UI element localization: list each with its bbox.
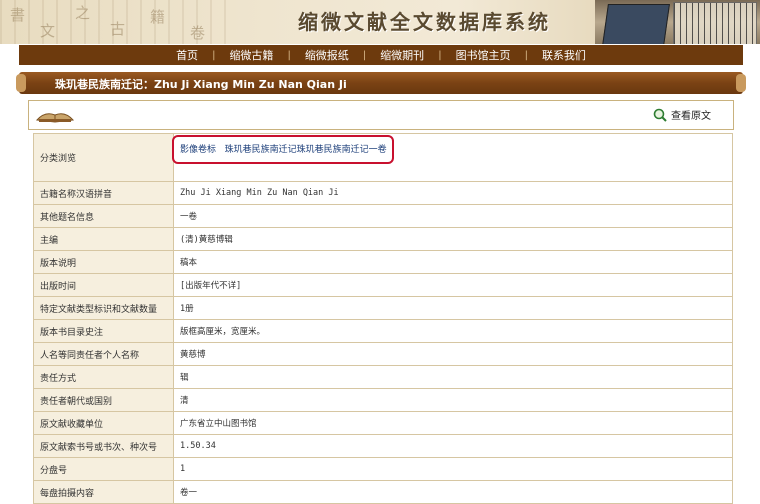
field-value: 1: [173, 457, 733, 481]
table-row: 每盘拍摄内容 卷一: [33, 480, 733, 504]
field-value: 广东省立中山图书馆: [173, 411, 733, 435]
table-row: 人名等同责任者个人名称 黄慈博: [33, 342, 733, 366]
field-value: [出版年代不详]: [173, 273, 733, 297]
field-label: 责任者朝代或国别: [33, 388, 174, 412]
field-label: 其他题名信息: [33, 204, 174, 228]
view-original-label: 查看原文: [671, 111, 711, 122]
table-row: 分盘号 1: [33, 457, 733, 481]
field-label: 古籍名称汉语拼音: [33, 181, 174, 205]
record-title-ribbon: 珠玑巷民族南迁记：Zhu Ji Xiang Min Zu Nan Qian Ji: [16, 72, 746, 94]
category-label: 分类浏览: [33, 133, 174, 182]
field-label: 原文献索书号或书次、种次号: [33, 434, 174, 458]
books-image: [595, 0, 760, 44]
table-row: 版本书目录史注 版框高厘米，宽厘米。: [33, 319, 733, 343]
field-label: 原文献收藏单位: [33, 411, 174, 435]
field-label: 版本书目录史注: [33, 319, 174, 343]
nav-contact-us[interactable]: 联系我们: [528, 47, 600, 63]
metadata-table: 分类浏览 古籍名称汉语拼音 Zhu Ji Xiang Min Zu Nan Qia…: [33, 133, 733, 504]
main-nav: 首页 | 缩微古籍 | 缩微报纸 | 缩微期刊 | 图书馆主页 | 联系我们: [19, 45, 743, 65]
field-value: 稿本: [173, 250, 733, 274]
nav-microfilm-newspapers[interactable]: 缩微报纸: [291, 47, 363, 63]
field-value: 黄慈博: [173, 342, 733, 366]
view-original-button[interactable]: 查看原文: [653, 107, 711, 122]
nav-library-home[interactable]: 图书馆主页: [442, 47, 525, 63]
table-row: 原文献收藏单位 广东省立中山图书馆: [33, 411, 733, 435]
field-value: 1.50.34: [173, 434, 733, 458]
table-row: 原文献索书号或书次、种次号 1.50.34: [33, 434, 733, 458]
calligraphy-background: 書文 之古 籍卷: [0, 0, 230, 44]
field-value: 清: [173, 388, 733, 412]
category-link-book-title[interactable]: 珠玑巷民族南迁记珠玑巷民族南迁记一卷: [225, 145, 387, 155]
category-link-reel-label[interactable]: 影像卷标: [180, 145, 216, 155]
field-value: 卷一: [173, 480, 733, 504]
open-book-icon: [35, 113, 75, 123]
nav-home[interactable]: 首页: [162, 47, 212, 63]
field-value: 版框高厘米，宽厘米。: [173, 319, 733, 343]
nav-microfilm-ancient-books[interactable]: 缩微古籍: [215, 47, 287, 63]
field-label: 出版时间: [33, 273, 174, 297]
field-value: 辑: [173, 365, 733, 389]
table-row: 责任者朝代或国别清: [33, 388, 733, 412]
record-title: 珠玑巷民族南迁记：Zhu Ji Xiang Min Zu Nan Qian Ji: [55, 78, 347, 91]
field-label: 特定文献类型标识和文献数量: [33, 296, 174, 320]
field-value: 一卷: [173, 204, 733, 228]
table-row: 版本说明 稿本: [33, 250, 733, 274]
record-toolbar: 查看原文: [28, 100, 734, 130]
table-row: 出版时间 [出版年代不详]: [33, 273, 733, 297]
header-banner: 書文 之古 籍卷 缩微文献全文数据库系统: [0, 0, 760, 44]
field-label: 主编: [33, 227, 174, 251]
category-breadcrumb: 影像卷标 珠玑巷民族南迁记珠玑巷民族南迁记一卷: [180, 142, 387, 155]
field-value: (清)黄慈博辑: [173, 227, 733, 251]
field-label: 分盘号: [33, 457, 174, 481]
field-label: 责任方式: [33, 365, 174, 389]
site-title: 缩微文献全文数据库系统: [298, 10, 551, 34]
field-label: 人名等同责任者个人名称: [33, 342, 174, 366]
field-label: 版本说明: [33, 250, 174, 274]
nav-microfilm-periodicals[interactable]: 缩微期刊: [366, 47, 438, 63]
field-value: 1册: [173, 296, 733, 320]
field-label: 每盘拍摄内容: [33, 480, 174, 504]
field-value: Zhu Ji Xiang Min Zu Nan Qian Ji: [173, 181, 733, 205]
table-row: 特定文献类型标识和文献数量 1册: [33, 296, 733, 320]
table-row: 其他题名信息 一卷: [33, 204, 733, 228]
magnifier-icon: [653, 108, 667, 122]
table-row: 古籍名称汉语拼音 Zhu Ji Xiang Min Zu Nan Qian Ji: [33, 181, 733, 205]
table-row: 主编 (清)黄慈博辑: [33, 227, 733, 251]
table-row: 责任方式辑: [33, 365, 733, 389]
